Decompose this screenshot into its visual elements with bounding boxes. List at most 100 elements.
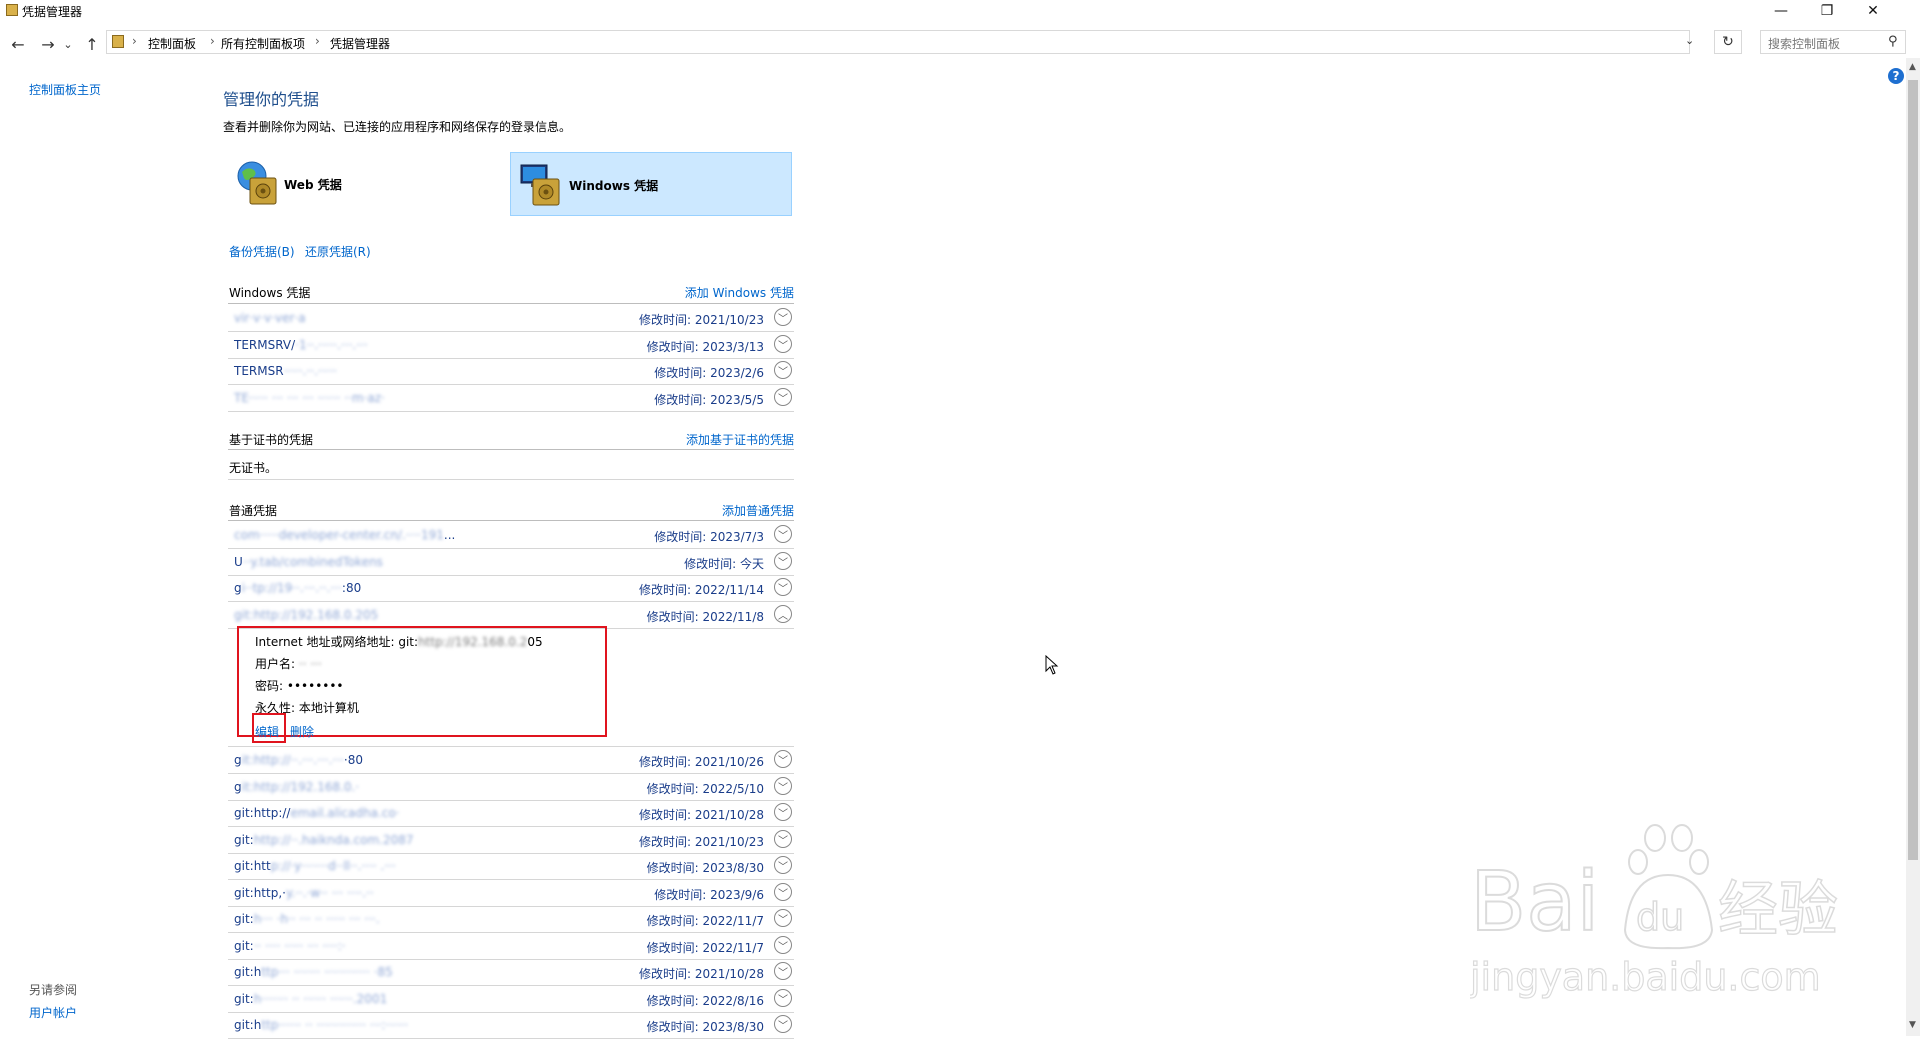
breadcrumb-control-panel[interactable]: 控制面板 bbox=[148, 35, 196, 52]
credential-row[interactable]: git:h······· ·· ······ ······.2001 修改时间: … bbox=[228, 986, 794, 1013]
credential-name-visible: git:http,· bbox=[234, 886, 286, 900]
credential-row[interactable]: TERMSR·····.··.····· 修改时间: 2023/2/6 ﹀ bbox=[228, 358, 794, 385]
credential-row[interactable]: git:http://··.haiknda.com.2087 修改时间: 2021… bbox=[228, 827, 794, 854]
credential-row[interactable]: git:http://192.168.0.205 修改时间: 2022/11/8 ︿ bbox=[228, 602, 794, 629]
baidu-jingyan-watermark-logo: Bai du 经验 jingyan.baidu.com bbox=[1470, 824, 1839, 1000]
credential-name: com·····developer-center.cn/.····191... bbox=[234, 528, 455, 542]
detail-username-row: 用户名: ·· ··· bbox=[255, 655, 322, 672]
user-accounts-link[interactable]: 用户帐户 bbox=[29, 1004, 77, 1021]
breadcrumb-all-items[interactable]: 所有控制面板项 bbox=[221, 35, 305, 52]
expand-chevron-icon[interactable]: ﹀ bbox=[774, 909, 792, 927]
expand-chevron-icon[interactable]: ﹀ bbox=[774, 962, 792, 980]
credential-name-tail: ·80 bbox=[343, 753, 363, 767]
window-title: 凭据管理器 bbox=[22, 5, 83, 19]
collapse-chevron-icon[interactable]: ︿ bbox=[774, 605, 792, 623]
credential-row[interactable]: git:http······ ·· ············· ···:····… bbox=[228, 1012, 794, 1039]
expand-chevron-icon[interactable]: ﹀ bbox=[774, 777, 792, 795]
search-icon[interactable]: ⚲ bbox=[1888, 34, 1898, 49]
expand-chevron-icon[interactable]: ﹀ bbox=[774, 989, 792, 1007]
modified-date: 修改时间: 2023/7/3 bbox=[654, 530, 764, 544]
restore-button[interactable]: ❐ bbox=[1804, 0, 1850, 22]
expand-chevron-icon[interactable]: ﹀ bbox=[774, 578, 792, 596]
breadcrumb-credential-manager[interactable]: 凭据管理器 bbox=[330, 35, 390, 52]
expand-chevron-icon[interactable]: ﹀ bbox=[774, 856, 792, 874]
mouse-cursor-icon bbox=[1045, 655, 1059, 675]
expand-chevron-icon[interactable]: ﹀ bbox=[774, 803, 792, 821]
scroll-down-arrow-icon[interactable]: ▼ bbox=[1909, 1020, 1916, 1030]
modified-date: 修改时间: 2021/10/26 bbox=[638, 755, 764, 769]
modified-date: 修改时间: 2023/2/6 bbox=[654, 366, 764, 380]
credential-name: gi··tp://19··.···.··.···:80 bbox=[234, 581, 361, 595]
modified-date: 修改时间: 2022/11/7 bbox=[646, 941, 764, 955]
search-input[interactable]: 搜索控制面板 bbox=[1768, 35, 1840, 52]
credential-row[interactable]: com·····developer-center.cn/.····191... 修… bbox=[228, 522, 794, 549]
credential-row[interactable]: git:http://··.···.···.····80 修改时间: 2021/1… bbox=[228, 747, 794, 774]
expand-chevron-icon[interactable]: ﹀ bbox=[774, 308, 792, 326]
credential-name-visible: git: bbox=[234, 992, 254, 1006]
restore-credentials-link[interactable]: 还原凭据(R) bbox=[305, 243, 371, 260]
modified-date: 修改时间: 2022/11/8 bbox=[646, 610, 764, 624]
modified-date: 修改时间: 2021/10/28 bbox=[638, 808, 764, 822]
scrollbar-thumb[interactable] bbox=[1908, 80, 1918, 860]
section-divider bbox=[228, 303, 794, 304]
windows-credentials-vault-icon bbox=[520, 164, 560, 206]
expand-chevron-icon[interactable]: ﹀ bbox=[774, 388, 792, 406]
forward-arrow-icon[interactable]: → bbox=[38, 34, 58, 54]
add-windows-credential-link[interactable]: 添加 Windows 凭据 bbox=[685, 284, 794, 301]
credential-row[interactable]: git:http://·y·······d··ll··.···· .··· 修改时… bbox=[228, 853, 794, 880]
windows-credentials-tile[interactable]: Windows 凭据 bbox=[510, 152, 792, 216]
expand-chevron-icon[interactable]: ﹀ bbox=[774, 335, 792, 353]
credential-name-blurred: h··· ·h·· ··· ·· ····· ··· ···. bbox=[253, 912, 380, 926]
credential-name-visible: U bbox=[234, 555, 243, 569]
expand-chevron-icon[interactable]: ﹀ bbox=[774, 883, 792, 901]
credential-row[interactable]: TE····· ··· ··· ··· ······ ··m·az· 修改时间: … bbox=[228, 385, 794, 412]
detail-username-value: ·· ··· bbox=[298, 657, 322, 671]
modified-date: 修改时间: 2023/8/30 bbox=[646, 861, 764, 875]
expand-chevron-icon[interactable]: ﹀ bbox=[774, 361, 792, 379]
credential-row[interactable]: git:http··· ······· ············ ·85 修改时间… bbox=[228, 959, 794, 986]
add-certificate-credential-link[interactable]: 添加基于证书的凭据 bbox=[686, 431, 794, 448]
web-credentials-tile[interactable]: Web 凭据 bbox=[228, 152, 508, 216]
expand-chevron-icon[interactable]: ﹀ bbox=[774, 525, 792, 543]
credential-manager-app-icon bbox=[6, 4, 18, 16]
modified-date: 修改时间: 2021/10/28 bbox=[638, 967, 764, 981]
windows-credentials-section-title: Windows 凭据 bbox=[229, 286, 311, 300]
credential-row[interactable]: git:http,·y.··.·w·· ··· ····.·· 修改时间: 202… bbox=[228, 880, 794, 907]
credential-name: TE····· ··· ··· ··· ······ ··m·az· bbox=[234, 391, 385, 405]
expand-chevron-icon[interactable]: ﹀ bbox=[774, 1015, 792, 1033]
certificate-credentials-section-title: 基于证书的凭据 bbox=[229, 433, 314, 447]
credential-name-tail: :80 bbox=[341, 581, 362, 595]
credential-row[interactable]: git:http://email.alicadha.co· 修改时间: 2021/… bbox=[228, 800, 794, 827]
modified-date: 修改时间: 2021/10/23 bbox=[638, 313, 764, 327]
credential-row[interactable]: git:h··· ·h·· ··· ·· ····· ··· ···. 修改时间:… bbox=[228, 906, 794, 933]
help-icon[interactable]: ? bbox=[1888, 68, 1904, 84]
minimize-button[interactable]: — bbox=[1758, 0, 1804, 22]
control-panel-home-link[interactable]: 控制面板主页 bbox=[29, 81, 101, 98]
add-generic-credential-link[interactable]: 添加普通凭据 bbox=[722, 502, 794, 519]
refresh-icon[interactable]: ↻ bbox=[1714, 30, 1742, 54]
detail-address-row: Internet 地址或网络地址: git:http://192.168.0.2… bbox=[255, 633, 543, 650]
credential-name: git:h··· ·h·· ··· ·· ····· ··· ···. bbox=[234, 912, 380, 926]
page-description: 查看并删除你为网站、已连接的应用程序和网络保存的登录信息。 bbox=[223, 120, 572, 134]
recent-locations-chevron-icon[interactable]: ⌄ bbox=[62, 34, 74, 54]
close-button[interactable]: ✕ bbox=[1850, 0, 1896, 22]
expand-chevron-icon[interactable]: ﹀ bbox=[774, 936, 792, 954]
credential-row[interactable]: git:·· ···· ····· ··· ····:· 修改时间: 2022/1… bbox=[228, 933, 794, 960]
backup-credentials-link[interactable]: 备份凭据(B) bbox=[229, 243, 295, 260]
modified-date: 修改时间: 2023/5/5 bbox=[654, 393, 764, 407]
credential-row[interactable]: gi··tp://19··.···.··.···:80 修改时间: 2022/11… bbox=[228, 575, 794, 602]
credential-name-visible: git: bbox=[234, 912, 254, 926]
credential-row[interactable]: TERMSRV/·1··.·····.···.··· 修改时间: 2023/3/1… bbox=[228, 332, 794, 359]
expand-chevron-icon[interactable]: ﹀ bbox=[774, 830, 792, 848]
credential-row[interactable]: vir·v·v·ver·a 修改时间: 2021/10/23 ﹀ bbox=[228, 305, 794, 332]
expand-chevron-icon[interactable]: ﹀ bbox=[774, 750, 792, 768]
address-dropdown-chevron-icon[interactable]: ⌄ bbox=[1685, 34, 1694, 47]
scroll-up-arrow-icon[interactable]: ▲ bbox=[1909, 62, 1916, 72]
section-divider bbox=[228, 449, 794, 450]
expand-chevron-icon[interactable]: ﹀ bbox=[774, 552, 792, 570]
delete-credential-link[interactable]: 删除 bbox=[290, 723, 314, 740]
up-arrow-icon[interactable]: ↑ bbox=[82, 34, 102, 54]
back-arrow-icon[interactable]: ← bbox=[8, 34, 28, 54]
credential-row[interactable]: U··y.tab/combinedTokens 修改时间: 今天 ﹀ bbox=[228, 549, 794, 576]
credential-row[interactable]: git:http://192.168.0.· 修改时间: 2022/5/10 ﹀ bbox=[228, 774, 794, 801]
